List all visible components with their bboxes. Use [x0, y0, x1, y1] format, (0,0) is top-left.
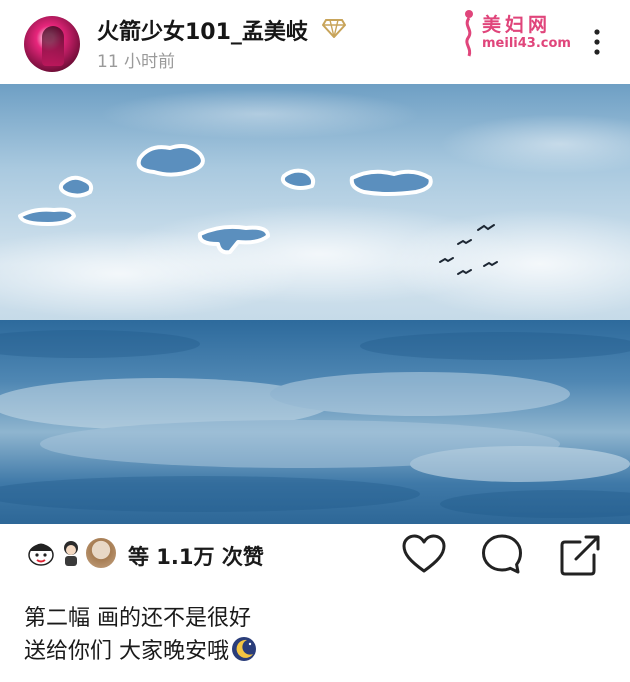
heart-icon[interactable]	[400, 531, 448, 579]
avatar-figure	[42, 26, 64, 66]
share-icon[interactable]	[556, 531, 604, 579]
username[interactable]: 火箭少女101_孟美岐	[97, 14, 308, 46]
liker-avatar	[84, 536, 118, 570]
liker-avatars[interactable]	[24, 536, 124, 572]
like-count[interactable]: 等 1.1万 次赞	[128, 541, 264, 571]
post-caption-line: 送给你们 大家晚安哦	[24, 633, 257, 665]
watermark-logo: 美妇网 meili43.com	[460, 8, 580, 60]
comment-icon[interactable]	[478, 531, 526, 579]
post-caption-line: 第二幅 画的还不是很好	[24, 606, 251, 631]
avatar[interactable]	[24, 16, 80, 72]
more-options-icon[interactable]	[590, 28, 604, 56]
caption-text: 送给你们 大家晚安哦	[24, 639, 229, 664]
watermark-url: meili43.com	[482, 36, 571, 51]
seascape-painting	[0, 84, 630, 524]
liker-avatar	[54, 536, 88, 570]
liker-avatar	[24, 536, 58, 570]
diamond-badge-icon	[322, 19, 346, 38]
post-header: 火箭少女101_孟美岐 11 小时前 美妇网 meili43.com	[0, 0, 630, 84]
crescent-moon-icon	[232, 637, 256, 661]
post-image[interactable]	[0, 84, 630, 524]
watermark-title: 美妇网	[482, 14, 552, 36]
watermark-figure-icon	[465, 10, 473, 57]
cartoon-face-icon	[28, 543, 54, 566]
post-timestamp: 11 小时前	[97, 52, 176, 72]
cartoon-kid-icon	[64, 541, 78, 566]
